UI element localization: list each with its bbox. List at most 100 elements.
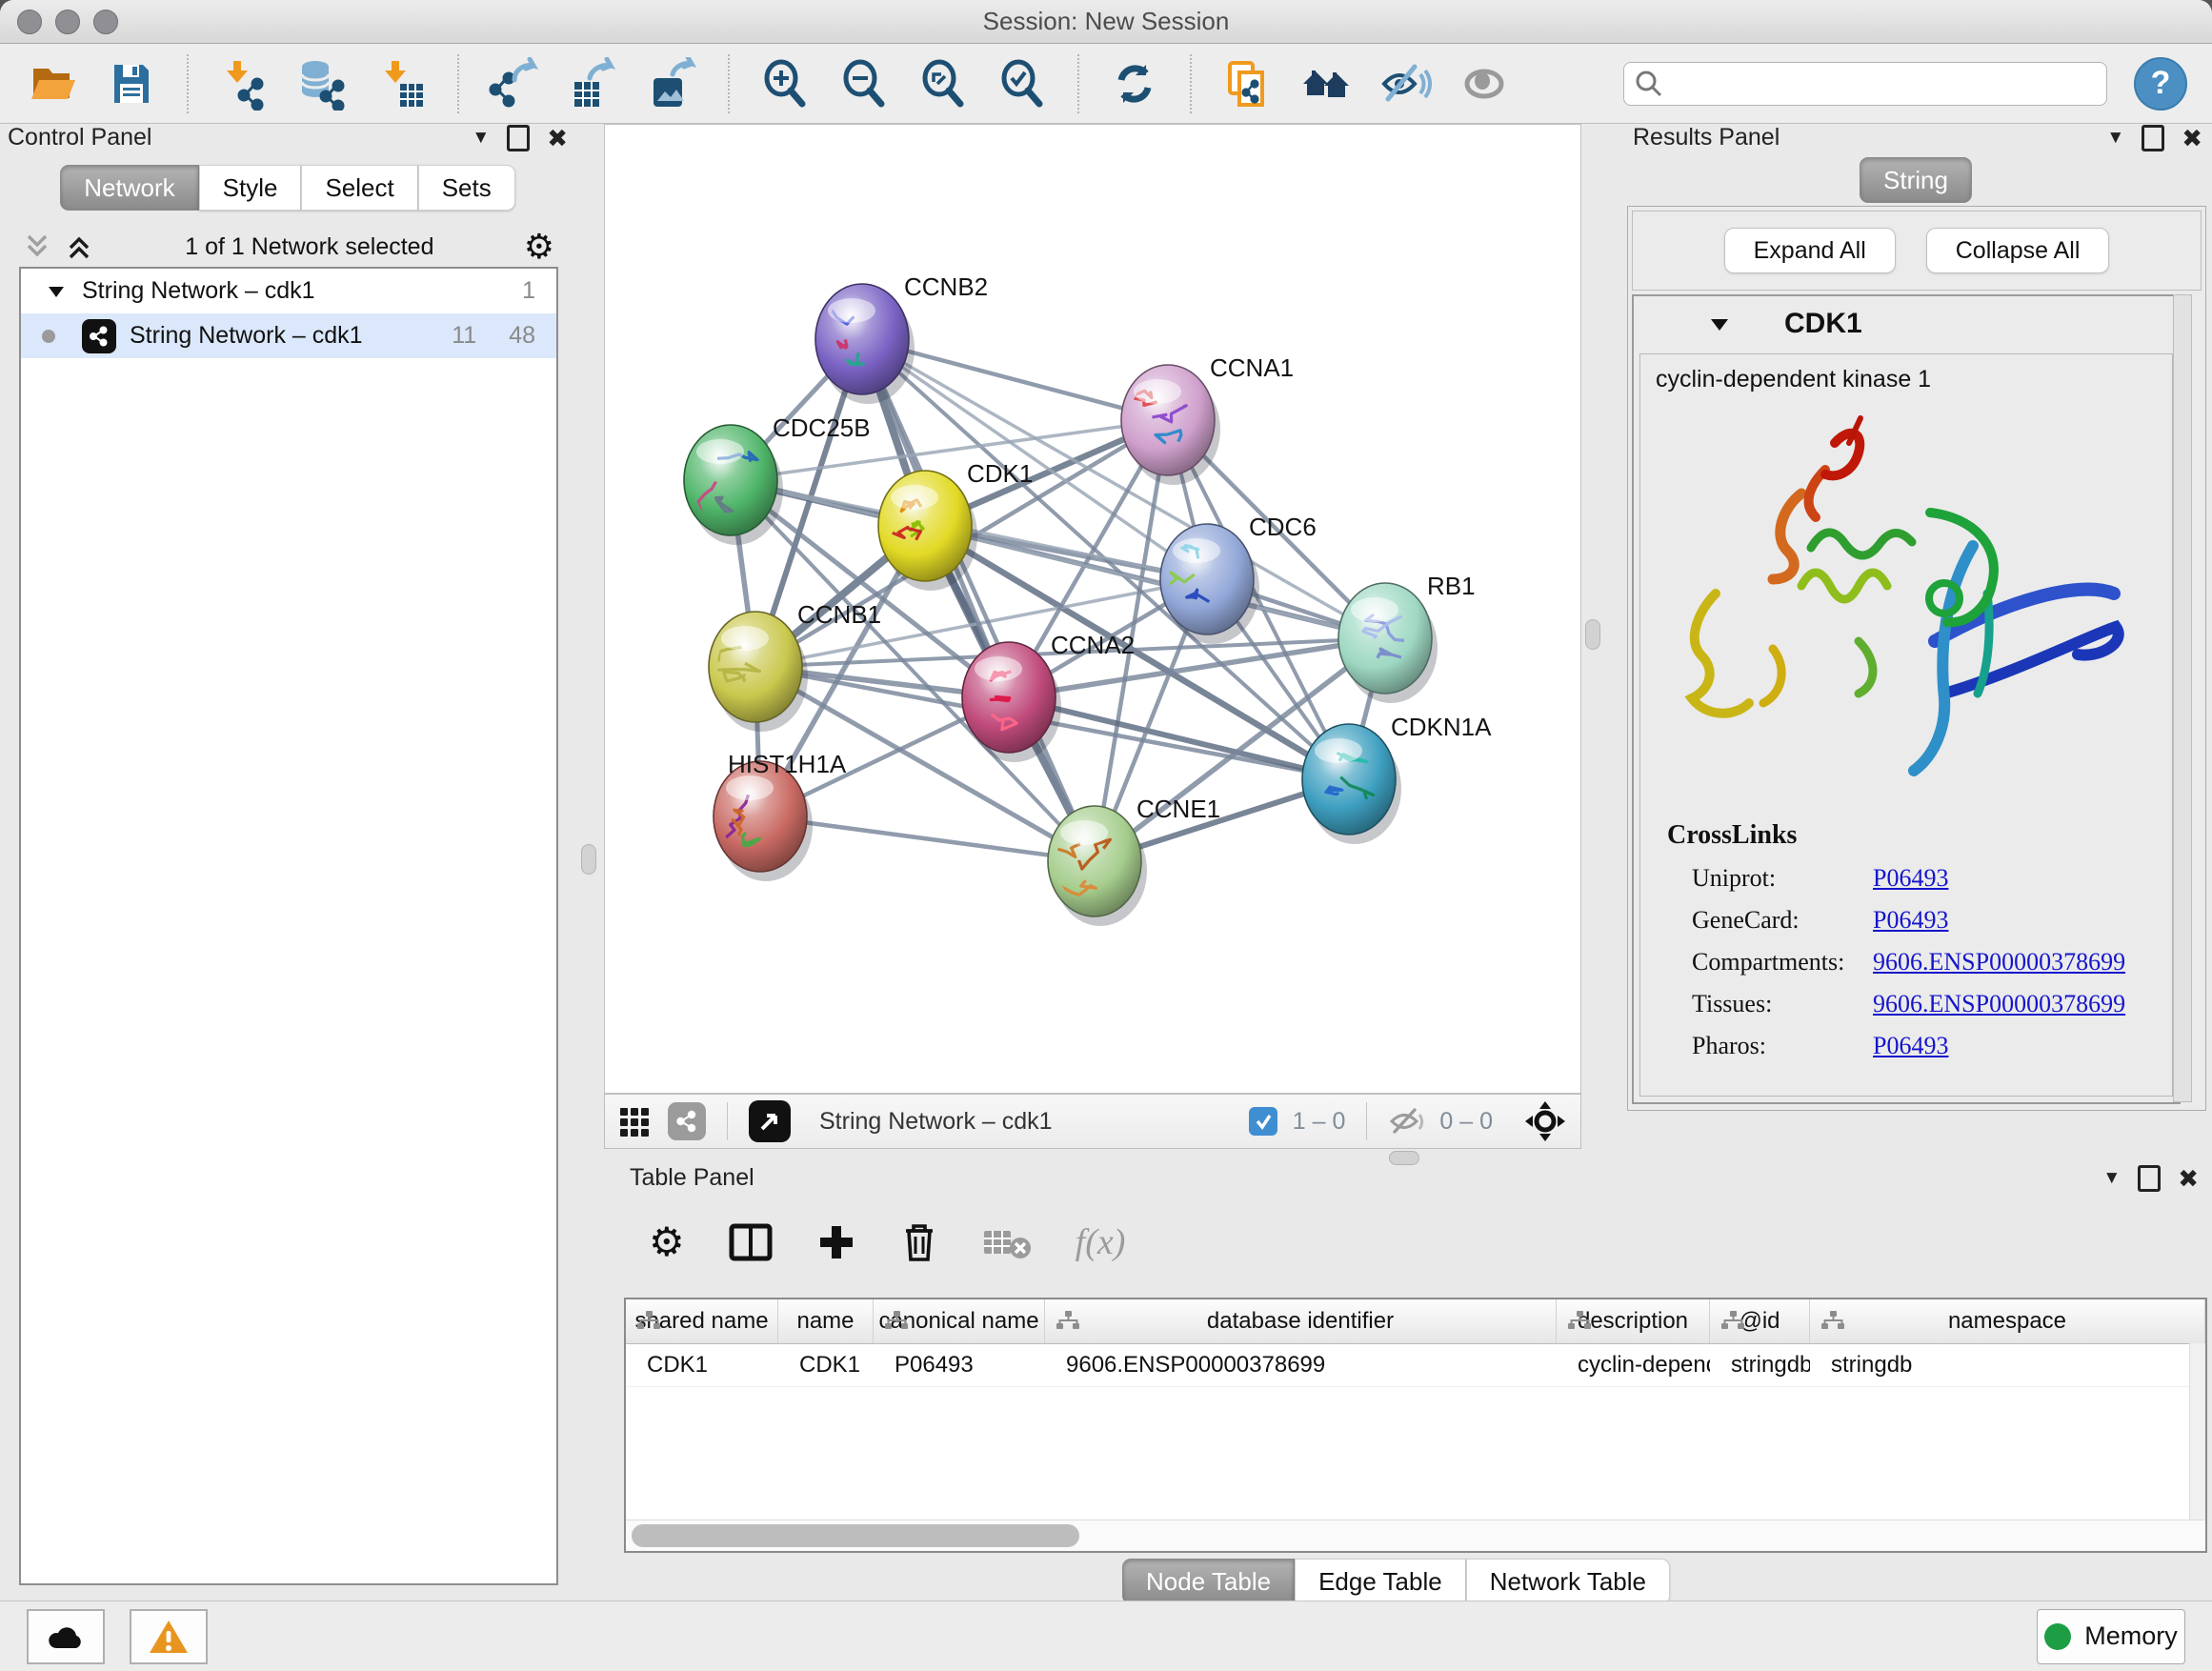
panel-menu-icon[interactable]: ▼	[472, 128, 490, 149]
selected-checkbox-icon[interactable]	[1249, 1107, 1277, 1136]
expand-all-chevron-icon[interactable]	[63, 231, 95, 263]
open-session-button[interactable]	[25, 54, 80, 113]
crosslink-value-link[interactable]: 9606.ENSP00000378699	[1873, 948, 2125, 976]
export-network-button[interactable]	[487, 54, 542, 113]
network-collection-row[interactable]: String Network – cdk1 1	[21, 269, 556, 313]
table-vertical-scrollbar[interactable]	[2189, 1343, 2205, 1520]
table-cell[interactable]: stringdb	[1810, 1344, 2205, 1386]
right-splitter-handle[interactable]	[1585, 619, 1600, 650]
close-panel-icon[interactable]: ✖	[2182, 126, 2202, 151]
network-node-RB1[interactable]: RB1	[1338, 572, 1476, 703]
collapse-all-button[interactable]: Collapse All	[1926, 228, 2110, 273]
collapse-all-chevron-icon[interactable]	[21, 231, 53, 263]
crosslink-value-link[interactable]: P06493	[1873, 1032, 1948, 1060]
network-node-CDK1[interactable]: CDK1	[878, 459, 1033, 591]
network-node-CDC6[interactable]: CDC6	[1160, 513, 1317, 644]
network-node-CCNE1[interactable]: CCNE1	[1036, 795, 1220, 926]
import-network-button[interactable]	[216, 54, 271, 113]
network-row-selected[interactable]: String Network – cdk1 11 48	[21, 313, 556, 358]
zoom-out-button[interactable]	[836, 54, 892, 113]
scrollbar-thumb[interactable]	[632, 1524, 1079, 1547]
network-node-CCNA1[interactable]: CCNA1	[1121, 353, 1294, 485]
network-view-canvas[interactable]: CCNB2 CCNA1 CDC25BCDK1 CDC6RB1 CCNB1 CCNA2 CDK…	[604, 124, 1581, 1094]
network-graph[interactable]: CCNB2 CCNA1 CDC25BCDK1 CDC6RB1 CCNB1 CCNA2 CDK…	[605, 125, 1580, 1093]
column-header-shared-name[interactable]: shared name	[626, 1299, 778, 1343]
string-home-button[interactable]	[1298, 54, 1354, 113]
column-header-database-identifier[interactable]: database identifier	[1045, 1299, 1557, 1343]
zoom-in-button[interactable]	[757, 54, 813, 113]
results-scrollbar[interactable]	[2173, 294, 2192, 1102]
tab-node-table[interactable]: Node Table	[1122, 1559, 1295, 1604]
column-header-canonical-name[interactable]: canonical name	[874, 1299, 1045, 1343]
delete-column-icon[interactable]	[900, 1221, 938, 1263]
column-header-@id[interactable]: @id	[1710, 1299, 1810, 1343]
search-input[interactable]	[1623, 62, 2107, 106]
add-column-icon[interactable]	[816, 1222, 856, 1262]
tab-edge-table[interactable]: Edge Table	[1295, 1559, 1466, 1604]
collapse-triangle-icon[interactable]	[1708, 312, 1731, 335]
zoom-selected-button[interactable]	[995, 54, 1050, 113]
crosslink-value-link[interactable]: 9606.ENSP00000378699	[1873, 990, 2125, 1018]
grid-mode-icon[interactable]	[618, 1104, 653, 1138]
tab-string[interactable]: String	[1860, 157, 1972, 203]
function-builder-icon[interactable]: f(x)	[1076, 1221, 1126, 1263]
table-cell[interactable]: P06493	[874, 1344, 1045, 1386]
bottom-splitter-handle[interactable]	[1389, 1151, 1419, 1165]
float-panel-icon[interactable]	[507, 125, 530, 151]
hide-glass-button[interactable]	[1377, 54, 1433, 113]
export-table-button[interactable]	[566, 54, 621, 113]
tab-network-table[interactable]: Network Table	[1466, 1559, 1670, 1604]
show-glass-button[interactable]	[1457, 54, 1512, 113]
memory-button[interactable]: Memory	[2037, 1609, 2185, 1664]
crosslink-value-link[interactable]: P06493	[1873, 906, 1948, 935]
table-cell[interactable]: CDK1	[778, 1344, 874, 1386]
import-network-from-database-button[interactable]	[295, 54, 351, 113]
cloud-services-button[interactable]	[27, 1609, 105, 1664]
zoom-fit-button[interactable]	[915, 54, 971, 113]
network-node-CCNB1[interactable]: CCNB1	[703, 600, 881, 732]
network-node-CCNB2[interactable]: CCNB2	[808, 272, 989, 404]
table-cell[interactable]: cyclin-dependent ...	[1557, 1344, 1710, 1386]
network-node-HIST1H1A[interactable]: HIST1H1A	[714, 750, 847, 881]
float-panel-icon[interactable]	[2138, 1165, 2161, 1192]
apply-layout-button[interactable]	[1107, 54, 1162, 113]
help-button[interactable]: ?	[2134, 57, 2187, 111]
network-edge[interactable]	[862, 339, 1095, 861]
export-image-button[interactable]	[645, 54, 700, 113]
network-node-CCNA2[interactable]: CCNA2	[962, 631, 1135, 762]
panel-menu-icon[interactable]: ▼	[2106, 128, 2124, 149]
column-header-name[interactable]: name	[778, 1299, 874, 1343]
crosslink-value-link[interactable]: P06493	[1873, 864, 1948, 893]
float-panel-icon[interactable]	[2142, 125, 2164, 151]
warnings-button[interactable]	[130, 1609, 208, 1664]
tab-select[interactable]: Select	[301, 165, 417, 211]
delete-table-icon[interactable]	[982, 1225, 1032, 1259]
close-panel-icon[interactable]: ✖	[2178, 1166, 2199, 1191]
expand-all-button[interactable]: Expand All	[1724, 228, 1896, 273]
table-cell[interactable]: stringdb:9...	[1710, 1344, 1810, 1386]
tab-sets[interactable]: Sets	[418, 165, 515, 211]
network-node-CDC25B[interactable]: CDC25B	[684, 413, 871, 545]
clone-network-button[interactable]	[1219, 54, 1275, 113]
table-horizontal-scrollbar[interactable]	[626, 1520, 2205, 1551]
column-header-namespace[interactable]: namespace	[1810, 1299, 2205, 1343]
tab-network[interactable]: Network	[60, 165, 198, 211]
gear-icon[interactable]: ⚙	[524, 230, 554, 264]
save-session-button[interactable]	[104, 54, 159, 113]
import-table-button[interactable]	[374, 54, 430, 113]
table-cell[interactable]: 9606.ENSP00000378699	[1045, 1344, 1557, 1386]
column-header-description[interactable]: description	[1557, 1299, 1710, 1343]
left-splitter-handle[interactable]	[581, 844, 596, 875]
network-node-CDKN1A[interactable]: CDKN1A	[1302, 713, 1492, 844]
panel-menu-icon[interactable]: ▼	[2102, 1168, 2121, 1189]
node-result-header[interactable]: CDK1	[1634, 296, 2179, 352]
show-columns-icon[interactable]	[729, 1222, 773, 1262]
move-crosshair-icon[interactable]	[1523, 1099, 1567, 1143]
table-cell[interactable]: CDK1	[626, 1344, 778, 1386]
tab-style[interactable]: Style	[199, 165, 302, 211]
network-mode-icon[interactable]	[668, 1102, 706, 1140]
table-options-gear-icon[interactable]: ⚙	[649, 1222, 685, 1262]
table-row[interactable]: CDK1CDK1P064939606.ENSP00000378699cyclin…	[626, 1344, 2205, 1387]
hidden-eye-icon[interactable]	[1388, 1105, 1424, 1137]
close-panel-icon[interactable]: ✖	[547, 126, 568, 151]
